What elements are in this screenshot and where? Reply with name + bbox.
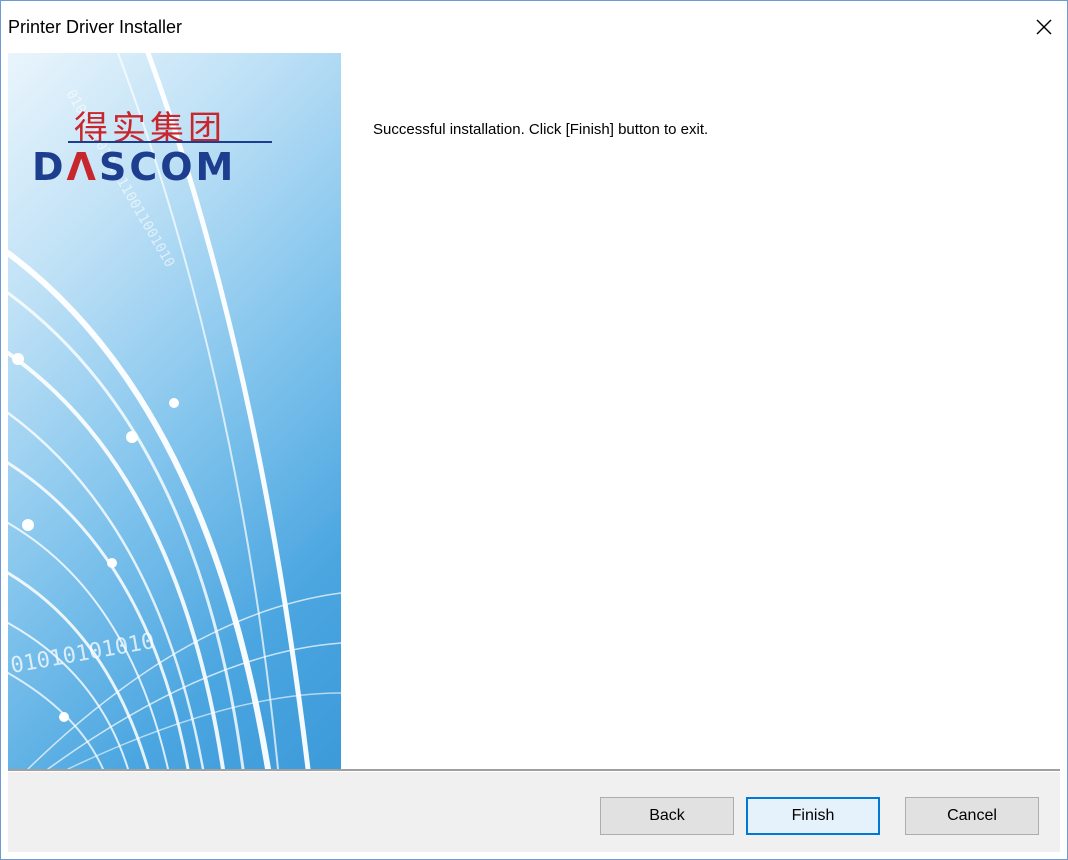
company-logo-english: DΛSCOM <box>32 145 236 189</box>
close-button[interactable] <box>1021 1 1067 53</box>
logo-divider <box>68 141 272 143</box>
logo-letter-a: Λ <box>66 145 99 189</box>
status-message: Successful installation. Click [Finish] … <box>373 121 709 138</box>
finish-button[interactable]: Finish <box>746 797 880 835</box>
title-bar: Printer Driver Installer <box>1 1 1067 53</box>
window-title: Printer Driver Installer <box>8 17 183 37</box>
logo-letter-d: D <box>32 145 67 189</box>
button-bar: Back Finish Cancel <box>8 772 1060 852</box>
main-content-panel: Successful installation. Click [Finish] … <box>341 53 1059 769</box>
side-banner-image: 010011001010110011001010 01010101010 得实集… <box>8 53 341 769</box>
cancel-button[interactable]: Cancel <box>905 797 1039 835</box>
logo-letters-scom: SCOM <box>98 145 237 189</box>
installer-window: Printer Driver Installer 010011001010110… <box>0 0 1068 860</box>
close-icon <box>1036 19 1052 35</box>
back-button[interactable]: Back <box>600 797 734 835</box>
